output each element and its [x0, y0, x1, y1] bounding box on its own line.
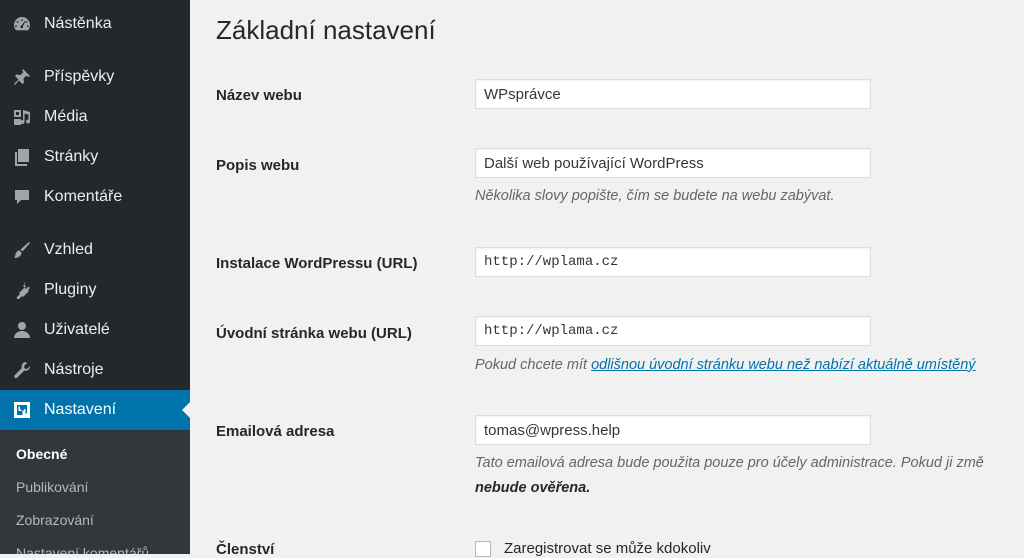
media-icon [11, 107, 33, 127]
site-url-description-text: Pokud chcete mít [475, 357, 592, 373]
wp-url-input[interactable] [475, 247, 871, 277]
pin-icon [11, 67, 33, 87]
wp-url-label: Instalace WordPressu (URL) [216, 255, 418, 272]
menu-label: Pluginy [44, 281, 97, 298]
menu-item-comments[interactable]: Komentáře [0, 177, 190, 217]
wrench-icon [11, 360, 33, 380]
user-icon [11, 320, 33, 340]
email-description-note: nebude ověřena. [475, 480, 590, 496]
menu-item-tools[interactable]: Nástroje [0, 350, 190, 390]
menu-item-settings[interactable]: Nastavení [0, 390, 190, 430]
membership-checkbox-label[interactable]: Zaregistrovat se může kdokoliv [504, 540, 711, 557]
submenu-item-general[interactable]: Obecné [16, 446, 67, 462]
menu-label: Nastavení [44, 401, 117, 418]
menu-item-media[interactable]: Média [0, 97, 190, 137]
brush-icon [11, 240, 33, 260]
email-description: Tato emailová adresa bude použita pouze … [475, 455, 984, 471]
tagline-input[interactable] [475, 148, 871, 178]
menu-label: Komentáře [44, 188, 123, 205]
menu-item-pages[interactable]: Stránky [0, 137, 190, 177]
menu-label: Příspěvky [44, 68, 115, 85]
site-title-label: Název webu [216, 87, 302, 104]
pages-icon [11, 147, 33, 167]
current-menu-arrow [182, 402, 190, 418]
menu-label: Vzhled [44, 241, 93, 258]
site-url-label: Úvodní stránka webu (URL) [216, 325, 412, 342]
menu-item-users[interactable]: Uživatelé [0, 310, 190, 350]
comment-icon [11, 187, 33, 207]
tagline-label: Popis webu [216, 157, 300, 174]
site-url-description-link[interactable]: odlišnou úvodní stránku webu než nabízí … [591, 357, 976, 373]
menu-label: Nástěnka [44, 15, 112, 32]
menu-item-appearance[interactable]: Vzhled [0, 230, 190, 270]
admin-sidebar: Nástěnka Příspěvky Média Stránky Komentá… [0, 0, 190, 554]
email-input[interactable] [475, 415, 871, 445]
menu-item-dashboard[interactable]: Nástěnka [0, 4, 190, 44]
site-url-input[interactable] [475, 316, 871, 346]
menu-label: Uživatelé [44, 321, 110, 338]
tagline-description: Několika slovy popište, čím se budete na… [475, 188, 835, 204]
menu-item-posts[interactable]: Příspěvky [0, 57, 190, 97]
email-label: Emailová adresa [216, 423, 335, 440]
settings-icon [11, 400, 33, 420]
submenu-item-reading[interactable]: Zobrazování [16, 512, 94, 528]
membership-checkbox[interactable] [475, 541, 491, 557]
plugin-icon [11, 280, 33, 300]
menu-label: Nástroje [44, 361, 104, 378]
page-title: Základní nastavení [216, 15, 436, 45]
menu-item-plugins[interactable]: Pluginy [0, 270, 190, 310]
settings-submenu: Obecné Publikování Zobrazování Nastavení… [0, 430, 190, 554]
menu-label: Média [44, 108, 88, 125]
submenu-item-writing[interactable]: Publikování [16, 479, 88, 495]
submenu-item-discussion[interactable]: Nastavení komentářů [16, 545, 149, 554]
menu-label: Stránky [44, 148, 99, 165]
email-description-bold: nebude ověřena. [475, 480, 591, 496]
dashboard-icon [11, 14, 33, 34]
membership-label: Členství [216, 541, 275, 558]
settings-form: Základní nastavení Název webu Popis webu… [190, 0, 1024, 558]
site-url-description: Pokud chcete mít odlišnou úvodní stránku… [475, 357, 976, 373]
site-title-input[interactable] [475, 79, 871, 109]
